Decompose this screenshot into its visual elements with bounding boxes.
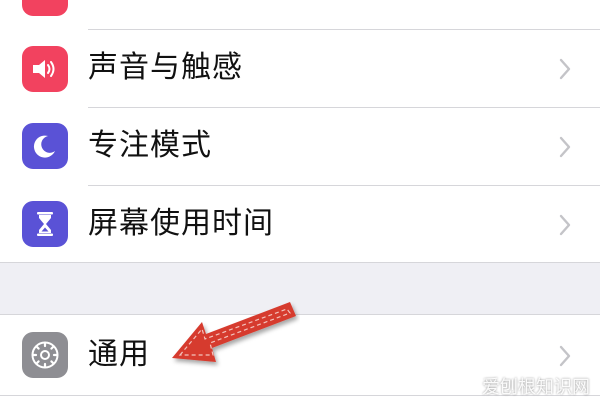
annotation-arrow-icon [172, 302, 296, 362]
settings-row-sounds-haptics[interactable]: 声音与触感 [0, 30, 600, 107]
partial-red-icon [22, 0, 68, 16]
speaker-icon [22, 46, 68, 92]
chevron-right-icon [559, 136, 571, 158]
settings-row-partial[interactable] [0, 0, 600, 30]
chevron-right-icon [559, 58, 571, 80]
hourglass-icon [22, 201, 68, 247]
settings-row-label: 专注模式 [88, 128, 212, 163]
settings-row-label: 屏幕使用时间 [88, 206, 274, 241]
watermark-text: 爱刨根知识网 [482, 377, 590, 398]
settings-screen: 声音与触感 专注模式 屏幕使用时间 通用 爱刨根知识网 [0, 0, 600, 405]
gear-icon [22, 332, 68, 378]
moon-icon [22, 123, 68, 169]
settings-row-screen-time[interactable]: 屏幕使用时间 [0, 186, 600, 262]
settings-row-label: 通用 [88, 337, 150, 372]
chevron-right-icon [559, 214, 571, 236]
settings-row-focus[interactable]: 专注模式 [0, 108, 600, 185]
chevron-right-icon [556, 0, 574, 6]
section-separator [0, 262, 600, 315]
settings-group-top: 声音与触感 专注模式 屏幕使用时间 [0, 0, 600, 262]
chevron-right-icon [559, 345, 571, 367]
settings-row-label: 声音与触感 [88, 50, 243, 85]
